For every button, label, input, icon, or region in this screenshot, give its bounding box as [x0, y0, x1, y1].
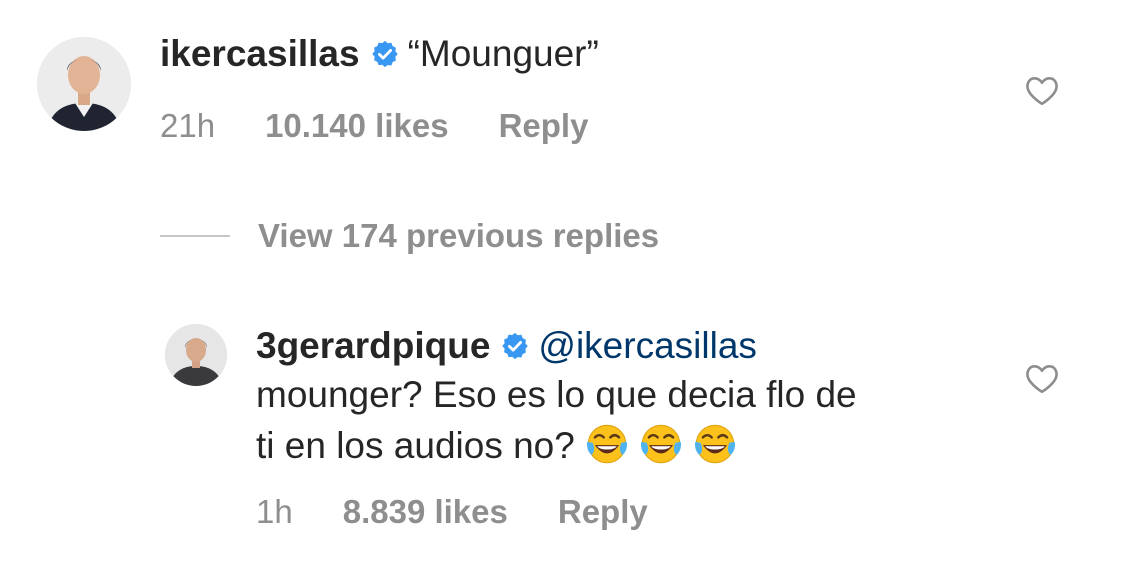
comment-text: “Mounguer” — [407, 33, 599, 74]
verified-badge-icon — [500, 331, 530, 361]
verified-badge-icon — [370, 39, 400, 69]
comment-likes-count[interactable]: 10.140 likes — [265, 106, 449, 146]
reply-text-line-2: ti en los audios no? — [256, 425, 575, 466]
reply-reply-button[interactable]: Reply — [558, 492, 648, 532]
replies-divider — [160, 235, 230, 237]
comment-time: 21h — [160, 107, 216, 144]
heart-outline-icon[interactable] — [1024, 74, 1060, 106]
reply-username[interactable]: 3gerardpique — [256, 325, 490, 366]
view-replies-label: View 174 previous replies — [258, 217, 660, 254]
reply-line-1: 3gerardpique @ikercasillas — [256, 324, 757, 368]
reply-mention-link[interactable]: @ikercasillas — [538, 325, 757, 366]
reply-line-2: mounger? Eso es lo que decia flo de — [256, 373, 857, 417]
comment-meta: 21h 10.140 likes Reply — [160, 106, 588, 146]
view-previous-replies-button[interactable]: View 174 previous replies — [160, 216, 659, 256]
reply-meta: 1h 8.839 likes Reply — [256, 492, 648, 532]
comment-reply-button[interactable]: Reply — [499, 106, 589, 146]
commenter-avatar[interactable] — [37, 37, 131, 131]
comments-thread: ikercasillas “Mounguer” 21h 10.140 likes Re… — [0, 0, 1124, 581]
reply-time: 1h — [256, 493, 293, 530]
face-with-tears-of-joy-icon — [639, 422, 683, 466]
avatar-photo — [165, 324, 227, 386]
comment-line: ikercasillas “Mounguer” — [160, 32, 599, 76]
reply-text-line-1: mounger? Eso es lo que decia flo de — [256, 374, 857, 415]
comment-username[interactable]: ikercasillas — [160, 33, 360, 74]
face-with-tears-of-joy-icon — [693, 422, 737, 466]
reply-likes-count[interactable]: 8.839 likes — [343, 492, 508, 532]
avatar-photo — [37, 37, 131, 131]
heart-outline-icon[interactable] — [1024, 362, 1060, 394]
face-with-tears-of-joy-icon — [585, 422, 629, 466]
reply-line-3: ti en los audios no? — [256, 422, 737, 468]
replier-avatar[interactable] — [165, 324, 227, 386]
